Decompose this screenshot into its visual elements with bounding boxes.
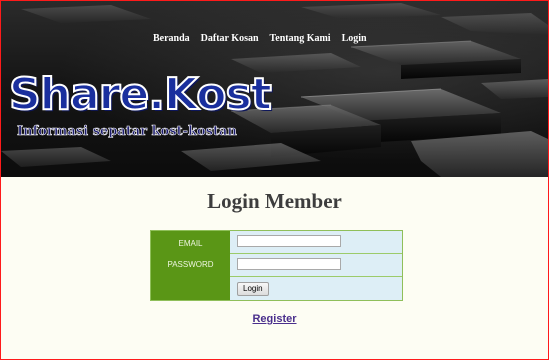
nav-link-beranda[interactable]: Beranda: [153, 33, 190, 44]
label-column: EMAIL PASSWORD: [151, 231, 230, 300]
register-link[interactable]: Register: [252, 313, 296, 325]
row-divider: [230, 253, 402, 254]
register-container: Register: [1, 309, 548, 327]
login-button[interactable]: Login: [237, 282, 269, 296]
password-label: PASSWORD: [167, 260, 214, 269]
nav-link-tentang-kami[interactable]: Tentang Kami: [270, 33, 331, 44]
email-label: EMAIL: [178, 239, 203, 248]
main-nav: Beranda Daftar Kosan Tentang Kami Login: [153, 33, 367, 44]
page-frame: Beranda Daftar Kosan Tentang Kami Login …: [0, 0, 549, 360]
email-field[interactable]: [237, 235, 341, 247]
login-form: EMAIL PASSWORD Login: [150, 230, 403, 301]
nav-link-daftar-kosan[interactable]: Daftar Kosan: [201, 33, 259, 44]
row-divider: [230, 276, 402, 277]
nav-link-login[interactable]: Login: [342, 33, 367, 44]
header-banner: Beranda Daftar Kosan Tentang Kami Login …: [1, 1, 548, 177]
site-logo-subtitle: Informasi sepatar kost-kostan: [17, 124, 237, 140]
site-logo-title: Share.Kost: [8, 69, 273, 120]
password-field[interactable]: [237, 258, 341, 270]
page-title: Login Member: [207, 189, 342, 213]
